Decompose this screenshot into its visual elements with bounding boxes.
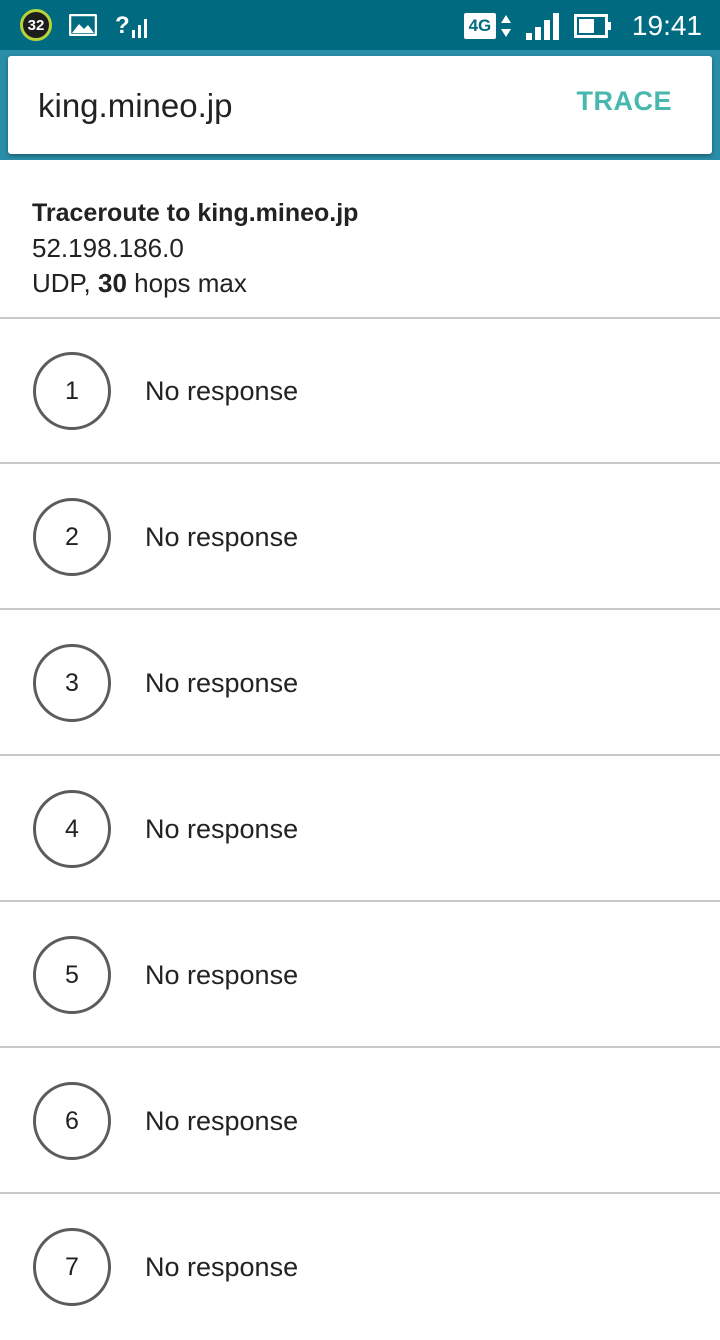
protocol-suffix: hops max: [126, 268, 247, 298]
hop-list: 1 No response 2 No response 3 No respons…: [0, 318, 720, 1340]
hop-row[interactable]: 3 No response: [0, 610, 720, 756]
hop-number: 4: [65, 814, 79, 843]
hop-row[interactable]: 6 No response: [0, 1048, 720, 1194]
host-input[interactable]: [38, 84, 538, 128]
4g-icon: 4G: [463, 13, 496, 39]
summary-ip: 52.198.186.0: [32, 233, 184, 263]
hop-number: 3: [65, 668, 79, 697]
trace-summary: Traceroute to king.mineo.jp 52.198.186.0…: [32, 196, 692, 300]
protocol-prefix: UDP,: [32, 268, 98, 298]
hop-row[interactable]: 2 No response: [0, 464, 720, 610]
max-hops: 30: [98, 268, 127, 298]
hop-response: No response: [145, 376, 299, 406]
hop-number-circle: 1: [33, 352, 111, 430]
hop-number-circle: 2: [33, 498, 111, 576]
status-bar: 32 ? 4G 19:41: [0, 0, 720, 50]
hop-response: No response: [145, 814, 299, 844]
hop-response: No response: [145, 1252, 299, 1282]
hop-response: No response: [145, 1106, 299, 1136]
clock: 19:41: [631, 10, 702, 41]
hop-number-circle: 7: [33, 1228, 111, 1306]
hop-number-circle: 5: [33, 936, 111, 1014]
status-right: 4G 19:41: [463, 8, 702, 44]
summary-title: Traceroute to king.mineo.jp: [32, 199, 359, 227]
summary-protocol: UDP, 30 hops max: [32, 266, 692, 300]
hop-number: 6: [65, 1106, 79, 1135]
badge-count: 32: [27, 16, 45, 34]
hop-row[interactable]: 4 No response: [0, 756, 720, 902]
gallery-icon: [69, 14, 97, 36]
trace-button[interactable]: TRACE: [577, 86, 673, 117]
hop-number: 7: [65, 1252, 79, 1281]
hop-response: No response: [145, 668, 299, 698]
status-left: 32 ?: [20, 9, 150, 41]
hop-number-circle: 6: [33, 1082, 111, 1160]
badge-icon: 32: [20, 9, 52, 41]
data-arrows-icon: [500, 15, 511, 37]
hop-row[interactable]: 5 No response: [0, 902, 720, 1048]
hop-response: No response: [145, 960, 299, 990]
battery-icon: [573, 14, 611, 38]
hop-number: 1: [65, 376, 79, 405]
search-bar: TRACE: [8, 56, 712, 154]
hop-number-circle: 3: [33, 644, 111, 722]
hop-number: 5: [65, 960, 79, 989]
hop-row[interactable]: 1 No response: [0, 318, 720, 464]
wifi-unknown-icon: ?: [115, 12, 150, 38]
hop-number: 2: [65, 522, 79, 551]
signal-icon: [525, 12, 562, 40]
hop-response: No response: [145, 522, 299, 552]
hop-number-circle: 4: [33, 790, 111, 868]
hop-row[interactable]: 7 No response: [0, 1194, 720, 1340]
